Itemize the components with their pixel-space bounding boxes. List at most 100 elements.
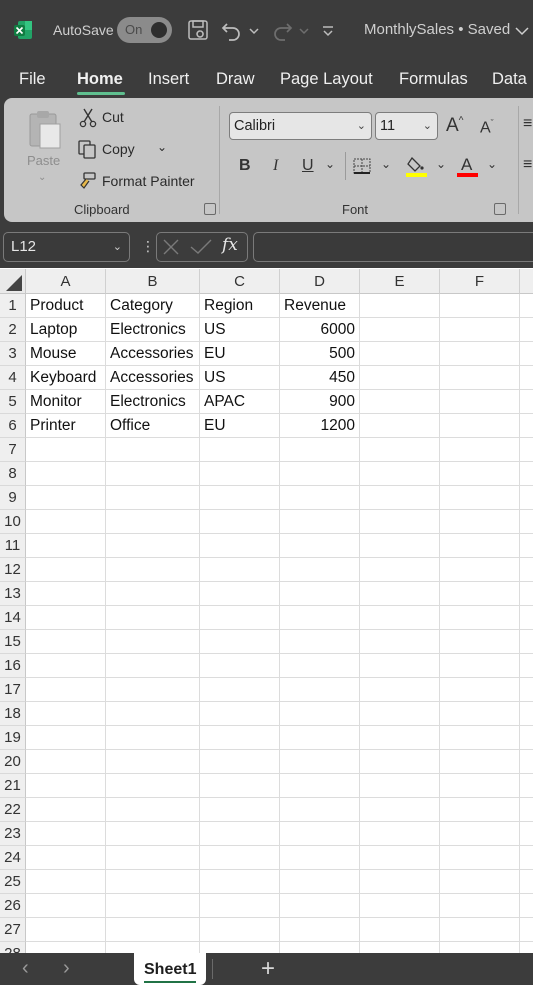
font-size-select[interactable]: 11 ⌄ bbox=[375, 112, 438, 140]
cell-b6[interactable]: Office bbox=[106, 414, 199, 438]
row-header-6[interactable]: 6 bbox=[0, 414, 26, 438]
tab-home[interactable]: Home bbox=[77, 70, 123, 89]
row-header-14[interactable]: 14 bbox=[0, 606, 26, 630]
clipboard-dialog-launcher-icon[interactable] bbox=[204, 203, 216, 215]
cell-d2[interactable]: 6000 bbox=[280, 318, 359, 342]
row-header-19[interactable]: 19 bbox=[0, 726, 26, 750]
spreadsheet-grid[interactable]: A B C D E F 1 2 3 4 5 6 7 8 9 10 11 12 13 14 15 16 17 18 19 20 21 2… bbox=[0, 269, 533, 953]
row-header-25[interactable]: 25 bbox=[0, 870, 26, 894]
previous-sheet-icon[interactable]: ‹ bbox=[22, 957, 29, 980]
row-header-1[interactable]: 1 bbox=[0, 294, 26, 318]
tab-draw[interactable]: Draw bbox=[216, 70, 255, 89]
font-dialog-launcher-icon[interactable] bbox=[494, 203, 506, 215]
customize-toolbar-icon[interactable] bbox=[318, 16, 338, 44]
cell-b4[interactable]: Accessories bbox=[106, 366, 199, 390]
cell-a5[interactable]: Monitor bbox=[26, 390, 105, 414]
format-painter-button[interactable]: Format Painter bbox=[102, 173, 195, 189]
formula-input[interactable] bbox=[253, 232, 533, 262]
cell-d6[interactable]: 1200 bbox=[280, 414, 359, 438]
cell-b1[interactable]: Category bbox=[106, 294, 199, 318]
paste-dropdown-icon[interactable]: ⌄ bbox=[38, 172, 46, 183]
row-header-16[interactable]: 16 bbox=[0, 654, 26, 678]
row-header-28[interactable]: 28 bbox=[0, 942, 26, 953]
column-header-c[interactable]: C bbox=[200, 269, 280, 294]
row-header-26[interactable]: 26 bbox=[0, 894, 26, 918]
cell-c6[interactable]: EU bbox=[200, 414, 279, 438]
increase-font-size-icon[interactable]: A^ bbox=[446, 115, 463, 137]
tab-data[interactable]: Data bbox=[492, 70, 527, 89]
row-header-5[interactable]: 5 bbox=[0, 390, 26, 414]
name-box[interactable]: L12 ⌄ bbox=[3, 232, 130, 262]
row-header-27[interactable]: 27 bbox=[0, 918, 26, 942]
row-header-21[interactable]: 21 bbox=[0, 774, 26, 798]
undo-dropdown-icon[interactable] bbox=[246, 16, 262, 44]
chevron-down-icon[interactable] bbox=[512, 16, 532, 44]
cell-d5[interactable]: 900 bbox=[280, 390, 359, 414]
format-painter-icon[interactable] bbox=[77, 171, 97, 191]
row-header-11[interactable]: 11 bbox=[0, 534, 26, 558]
paste-button[interactable]: Paste bbox=[27, 153, 60, 168]
italic-button[interactable]: I bbox=[273, 157, 278, 175]
row-header-23[interactable]: 23 bbox=[0, 822, 26, 846]
save-icon[interactable] bbox=[184, 16, 212, 44]
cancel-icon[interactable] bbox=[161, 238, 181, 256]
row-header-3[interactable]: 3 bbox=[0, 342, 26, 366]
font-color-icon[interactable]: A bbox=[456, 154, 480, 178]
row-header-13[interactable]: 13 bbox=[0, 582, 26, 606]
cell-a1[interactable]: Product bbox=[26, 294, 105, 318]
font-name-select[interactable]: Calibri ⌄ bbox=[229, 112, 372, 140]
tab-page-layout[interactable]: Page Layout bbox=[280, 70, 373, 89]
fill-color-icon[interactable] bbox=[405, 154, 429, 178]
copy-dropdown-icon[interactable]: ⌄ bbox=[157, 140, 167, 154]
next-sheet-icon[interactable]: › bbox=[63, 957, 70, 980]
row-header-7[interactable]: 7 bbox=[0, 438, 26, 462]
column-header-a[interactable]: A bbox=[26, 269, 106, 294]
column-header-d[interactable]: D bbox=[280, 269, 360, 294]
column-header-b[interactable]: B bbox=[106, 269, 200, 294]
cell-d3[interactable]: 500 bbox=[280, 342, 359, 366]
redo-dropdown-icon[interactable] bbox=[296, 16, 312, 44]
underline-dropdown-icon[interactable]: ⌄ bbox=[325, 157, 335, 171]
cell-a3[interactable]: Mouse bbox=[26, 342, 105, 366]
cell-c2[interactable]: US bbox=[200, 318, 279, 342]
cell-c4[interactable]: US bbox=[200, 366, 279, 390]
redo-icon[interactable] bbox=[268, 16, 296, 44]
row-header-18[interactable]: 18 bbox=[0, 702, 26, 726]
copy-icon[interactable] bbox=[77, 139, 97, 159]
row-header-8[interactable]: 8 bbox=[0, 462, 26, 486]
copy-button[interactable]: Copy bbox=[102, 141, 135, 157]
cut-icon[interactable] bbox=[79, 108, 97, 128]
cell-b2[interactable]: Electronics bbox=[106, 318, 199, 342]
borders-icon[interactable] bbox=[352, 157, 372, 175]
row-header-20[interactable]: 20 bbox=[0, 750, 26, 774]
row-header-4[interactable]: 4 bbox=[0, 366, 26, 390]
bold-button[interactable]: B bbox=[239, 157, 251, 175]
tab-insert[interactable]: Insert bbox=[148, 70, 189, 89]
enter-icon[interactable] bbox=[189, 238, 213, 256]
row-header-15[interactable]: 15 bbox=[0, 630, 26, 654]
align-icon[interactable]: ≡ bbox=[523, 115, 532, 133]
cut-button[interactable]: Cut bbox=[102, 109, 124, 125]
decrease-font-size-icon[interactable]: Aˇ bbox=[480, 118, 494, 137]
row-header-9[interactable]: 9 bbox=[0, 486, 26, 510]
fill-color-dropdown-icon[interactable]: ⌄ bbox=[436, 157, 446, 171]
column-header-g[interactable] bbox=[520, 269, 533, 294]
row-header-2[interactable]: 2 bbox=[0, 318, 26, 342]
row-header-24[interactable]: 24 bbox=[0, 846, 26, 870]
add-sheet-icon[interactable]: + bbox=[261, 955, 275, 983]
insert-function-button[interactable]: fx bbox=[222, 235, 238, 255]
more-options-icon[interactable]: ⋮ bbox=[141, 238, 155, 255]
cell-c3[interactable]: EU bbox=[200, 342, 279, 366]
autosave-toggle[interactable]: On bbox=[117, 17, 172, 43]
tab-file[interactable]: File bbox=[19, 70, 46, 89]
cell-c5[interactable]: APAC bbox=[200, 390, 279, 414]
row-header-12[interactable]: 12 bbox=[0, 558, 26, 582]
cell-d1[interactable]: Revenue bbox=[280, 294, 359, 318]
column-header-f[interactable]: F bbox=[440, 269, 520, 294]
row-header-10[interactable]: 10 bbox=[0, 510, 26, 534]
cell-d4[interactable]: 450 bbox=[280, 366, 359, 390]
select-all-corner[interactable] bbox=[0, 269, 26, 294]
row-header-22[interactable]: 22 bbox=[0, 798, 26, 822]
borders-dropdown-icon[interactable]: ⌄ bbox=[381, 157, 391, 171]
cell-b3[interactable]: Accessories bbox=[106, 342, 199, 366]
